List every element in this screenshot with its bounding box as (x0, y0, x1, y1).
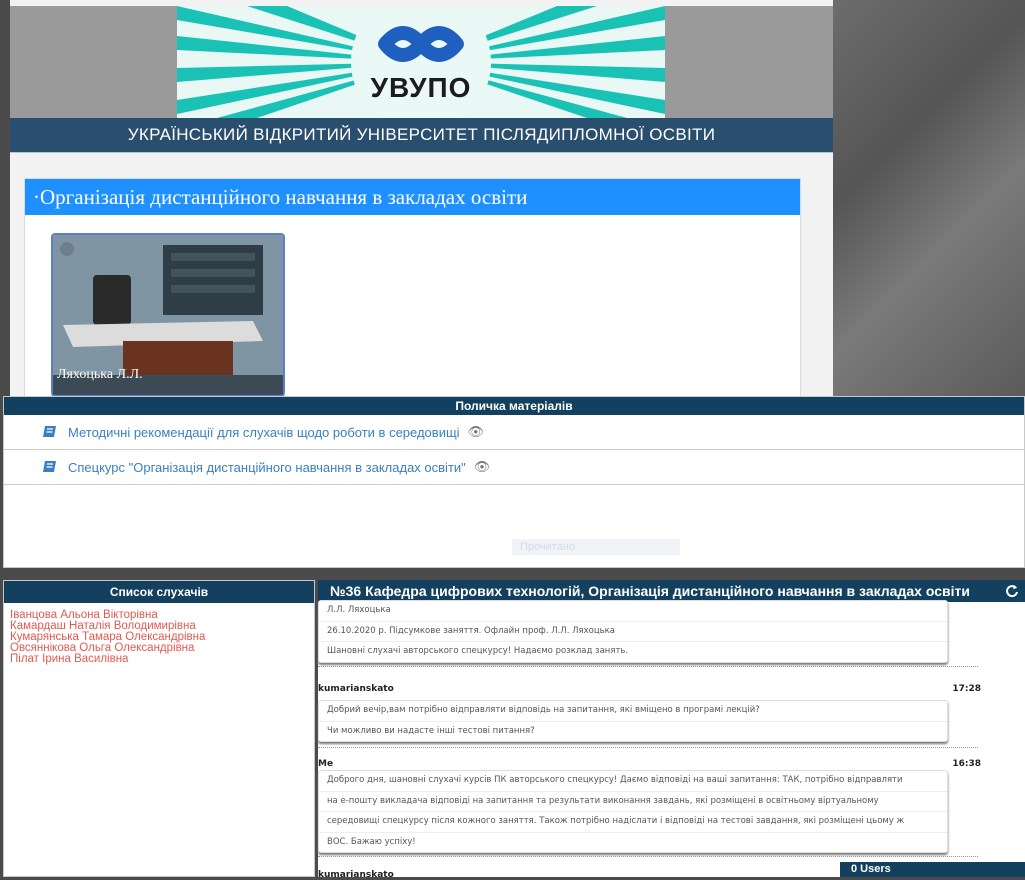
photo-caption: Ляхоцька Л.Л. (57, 367, 143, 382)
materials-shelf: Поличка матеріалів Методичні рекомендаці… (3, 396, 1025, 568)
message-line: Шановні слухачі авторського спецкурсу! Н… (327, 646, 629, 656)
course-title-text: Організація дистанційного навчання в зак… (40, 185, 528, 209)
shelf-title: Поличка матеріалів (4, 397, 1024, 415)
chat-message-box: Доброго дня, шановні слухачі курсів ПК а… (318, 770, 948, 853)
background-texture (833, 0, 1025, 400)
chat-panel: №36 Кафедра цифрових технологій, Організ… (318, 580, 1025, 880)
message-author: kumarianskato (318, 684, 394, 694)
shelf-item-label[interactable]: Спецкурс "Організація дистанційного навч… (68, 460, 466, 475)
chat-message-box: Добрий вечір,вам потрібно відправляти ві… (318, 700, 948, 742)
banner-artwork: УВУПО (177, 6, 665, 118)
teacher-photo[interactable]: Ляхоцька Л.Л. (51, 233, 285, 396)
book-icon (43, 461, 56, 472)
message-line: Л.Л. Ляхоцька (319, 601, 947, 622)
shelf-item[interactable]: Методичні рекомендації для слухачів щодо… (4, 415, 1024, 450)
listeners-list: Іванцова Альона Вікторівна Камардаш Ната… (4, 603, 314, 665)
title-bullet: · (33, 185, 40, 209)
course-panel: ·Організація дистанційного навчання в за… (24, 178, 801, 396)
message-line: Доброго дня, шановні слухачі курсів ПК а… (319, 771, 947, 792)
message-line: середовищі спецкурсу після кожного занят… (319, 812, 947, 833)
message-line: ВОС. Бажаю успіху! (327, 836, 416, 847)
course-title: ·Організація дистанційного навчання в за… (25, 179, 800, 215)
chat-message-box: Л.Л. Ляхоцька 26.10.2020 р. Підсумкове з… (318, 600, 948, 663)
shelf-item[interactable]: Спецкурс "Організація дистанційного навч… (4, 450, 1024, 485)
listener-item[interactable]: Пілат Ірина Василівна (4, 653, 314, 665)
listeners-title: Список слухачів (4, 581, 314, 603)
message-time: 16:38 (952, 759, 981, 769)
university-banner: УВУПО (10, 6, 833, 118)
message-author: kumarianskato (318, 870, 394, 880)
eye-icon: 👁 (467, 424, 485, 439)
university-name: УКРАЇНСЬКИЙ ВІДКРИТИЙ УНІВЕРСИТЕТ ПІСЛЯД… (10, 118, 833, 153)
message-separator (318, 856, 978, 857)
message-line: Добрий вечір,вам потрібно відправляти ві… (319, 701, 947, 722)
message-separator (318, 666, 978, 667)
users-count-badge[interactable]: 0 Users (840, 862, 1025, 877)
logo-text: УВУПО (370, 72, 472, 103)
listeners-panel: Список слухачів Іванцова Альона Вікторів… (3, 580, 315, 877)
refresh-icon[interactable] (1005, 584, 1019, 598)
message-author: Me (318, 759, 334, 769)
shelf-item-label[interactable]: Методичні рекомендації для слухачів щодо… (68, 425, 460, 440)
message-line: на е-пошту викладача відповіді на запита… (319, 792, 947, 812)
eye-icon: 👁 (473, 459, 491, 474)
message-line: 26.10.2020 р. Підсумкове заняття. Офлайн… (319, 622, 947, 642)
course-header-card: УВУПО УКРАЇНСЬКИЙ ВІДКРИТИЙ УНІВЕРСИТЕТ … (10, 0, 833, 396)
message-separator (318, 747, 978, 748)
faint-read-button[interactable]: Прочитано (512, 539, 680, 555)
message-line: Чи можливо ви надасте інші тестові питан… (327, 725, 535, 736)
chat-title: №36 Кафедра цифрових технологій, Організ… (318, 580, 1025, 602)
book-icon (43, 426, 56, 437)
chat-title-text: №36 Кафедра цифрових технологій, Організ… (330, 583, 970, 599)
message-time: 17:28 (952, 684, 981, 694)
